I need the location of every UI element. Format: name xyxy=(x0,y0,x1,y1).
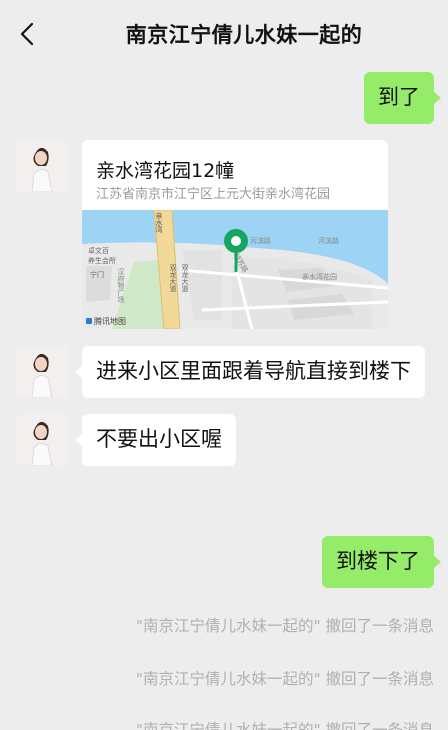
back-button[interactable] xyxy=(14,20,40,48)
bubble-tail xyxy=(434,556,441,568)
bubble-tail xyxy=(75,434,82,446)
avatar-image xyxy=(16,346,68,398)
map-road-label: 亲水湾 xyxy=(155,212,163,233)
message-bubble-self[interactable]: 到了 xyxy=(364,72,434,124)
map-road-label: 双龙大道 xyxy=(181,264,189,292)
map-area-label: 亲水湾花园 xyxy=(302,273,337,281)
message-text: 到了 xyxy=(378,85,420,110)
avatar[interactable] xyxy=(16,346,68,398)
map-area-label: 汉府物广场 xyxy=(117,268,125,303)
chevron-left-icon xyxy=(20,22,34,46)
map-logo-icon xyxy=(86,318,92,324)
location-map[interactable]: 双龙大道 双龙大道 亲水湾 河滨路 河滨路 亲水湾花园 汉府物广场 宁门 胡苏路… xyxy=(82,209,388,329)
message-text: 进来小区里面跟着导航直接到楼下 xyxy=(96,359,411,384)
avatar[interactable] xyxy=(16,414,68,466)
recall-notice: "南京江宁倩儿水妹一起的" 撤回了一条消息 xyxy=(135,617,434,635)
map-area-label: 宁门 xyxy=(90,271,104,279)
avatar[interactable] xyxy=(16,140,68,192)
avatar-image xyxy=(16,414,68,466)
location-address: 江苏省南京市江宁区上元大街亲水湾花园 xyxy=(96,187,331,202)
map-area-label: 养生会所 xyxy=(88,257,116,265)
bubble-tail xyxy=(434,92,441,104)
map-road-label: 河滨路 xyxy=(250,237,271,245)
location-pin-icon xyxy=(224,229,248,272)
chat-title: 南京江宁倩儿水妹一起的 xyxy=(125,23,363,47)
message-bubble-other[interactable]: 进来小区里面跟着导航直接到楼下 xyxy=(82,346,425,398)
location-name: 亲水湾花园12幢 xyxy=(96,160,235,182)
chat-header: 南京江宁倩儿水妹一起的 xyxy=(0,0,448,66)
message-bubble-other[interactable]: 不要出小区喔 xyxy=(82,414,236,466)
location-card[interactable]: 亲水湾花园12幢 江苏省南京市江宁区上元大街亲水湾花园 双龙大道 双龙大道 亲水… xyxy=(82,140,388,329)
map-area-label: 卓文百 xyxy=(88,247,109,255)
avatar-image xyxy=(16,140,68,192)
map-road-label: 双龙大道 xyxy=(169,264,177,292)
message-bubble-self[interactable]: 到楼下了 xyxy=(322,536,434,588)
bubble-tail xyxy=(75,366,82,378)
message-text: 不要出小区喔 xyxy=(96,427,222,452)
map-provider-label: 腾讯地图 xyxy=(86,316,126,327)
recall-notice: "南京江宁倩儿水妹一起的" 撤回了一条消息 xyxy=(135,670,434,688)
map-road-label: 河滨路 xyxy=(318,237,339,245)
recall-notice: "南京江宁倩儿水妹一起的" 撤回了一条消息 xyxy=(135,721,434,730)
message-text: 到楼下了 xyxy=(336,549,420,574)
